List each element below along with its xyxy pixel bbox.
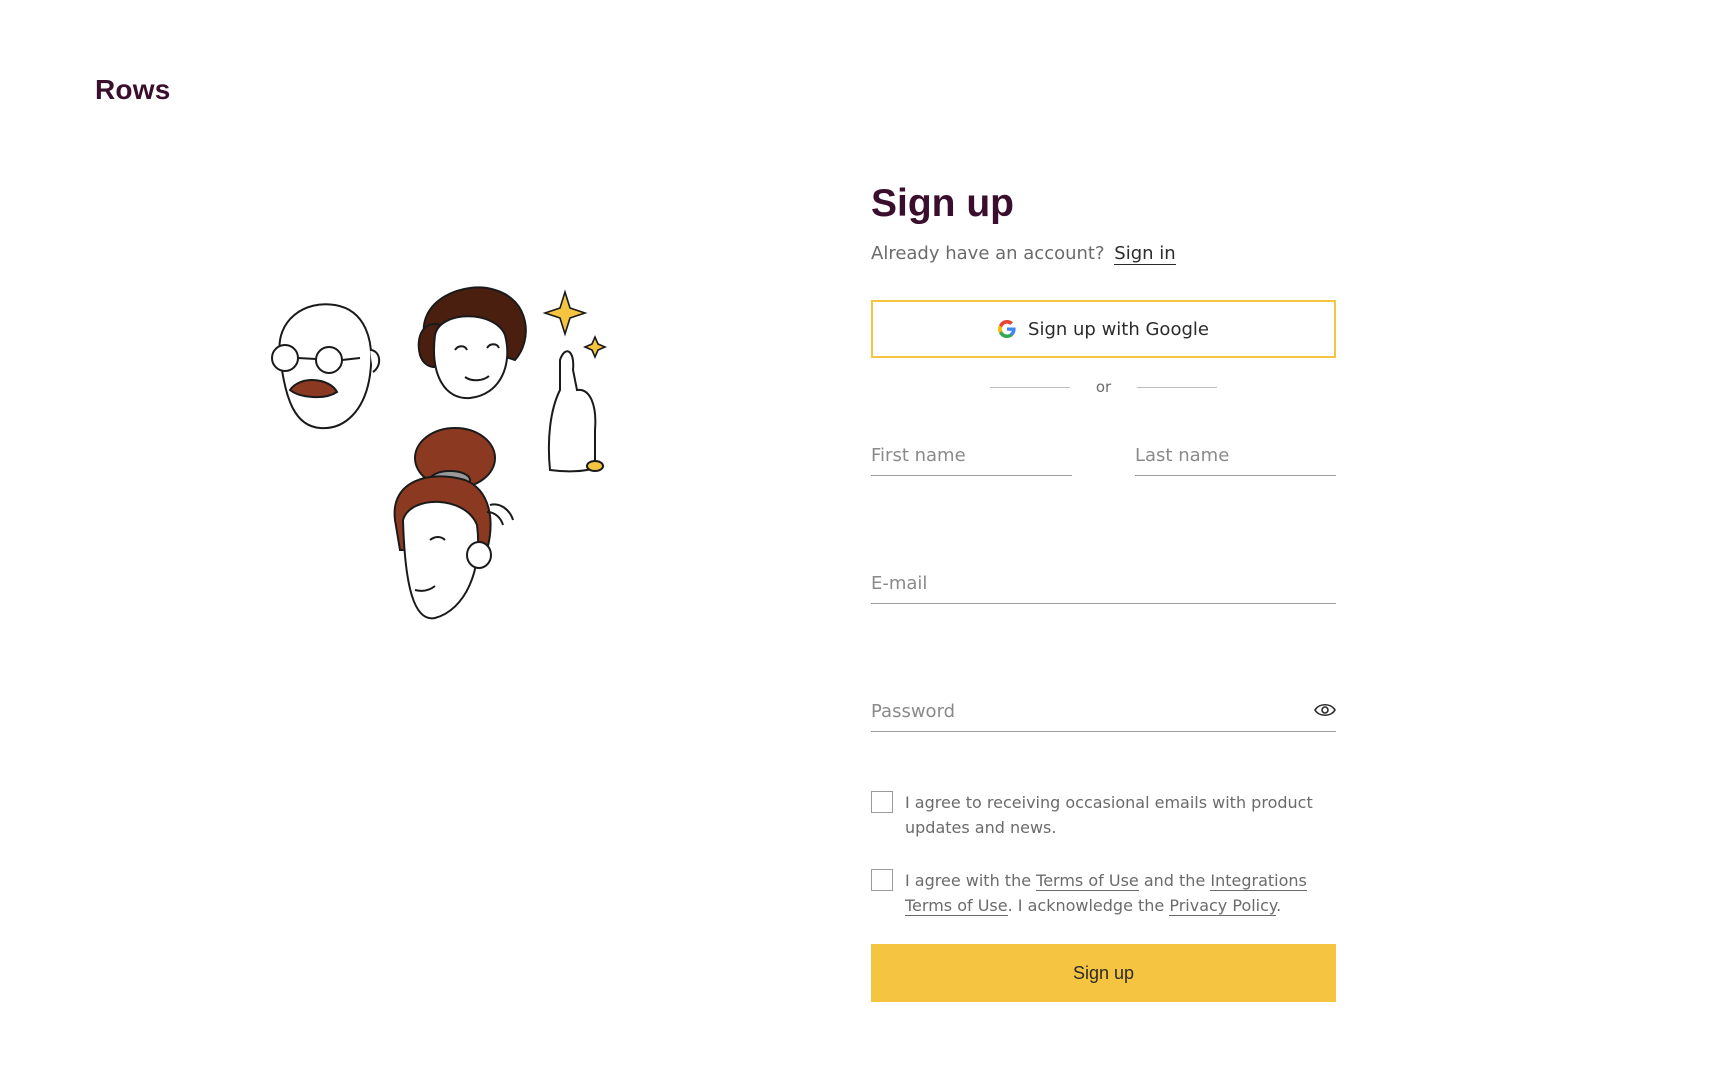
terms-of-use-link[interactable]: Terms of Use bbox=[1036, 871, 1139, 891]
email-field bbox=[871, 564, 1336, 604]
people-illustration bbox=[271, 286, 608, 620]
privacy-policy-link[interactable]: Privacy Policy bbox=[1169, 896, 1277, 916]
terms-consent-row: I agree with the Terms of Use and the In… bbox=[871, 868, 1336, 918]
last-name-input[interactable] bbox=[1135, 436, 1336, 474]
signup-submit-button[interactable]: Sign up bbox=[871, 944, 1336, 1002]
google-signup-button[interactable]: Sign up with Google bbox=[871, 300, 1336, 358]
terms-middle2: . I acknowledge the bbox=[1007, 896, 1170, 915]
email-input[interactable] bbox=[871, 564, 1336, 602]
terms-prefix: I agree with the bbox=[905, 871, 1037, 890]
woman-bun-face bbox=[393, 427, 514, 620]
eye-icon[interactable] bbox=[1314, 702, 1336, 718]
divider-line-right bbox=[1137, 386, 1218, 388]
first-name-input[interactable] bbox=[871, 436, 1072, 474]
page-title: Sign up bbox=[871, 182, 1014, 225]
or-label: or bbox=[1095, 378, 1112, 396]
marketing-consent-row: I agree to receiving occasional emails w… bbox=[871, 790, 1336, 840]
first-name-field bbox=[871, 436, 1072, 476]
or-divider: or bbox=[871, 378, 1336, 396]
marketing-consent-checkbox[interactable] bbox=[871, 791, 893, 813]
password-input[interactable] bbox=[871, 692, 1336, 730]
sparkle-icons bbox=[542, 289, 608, 360]
terms-middle: and the bbox=[1138, 871, 1211, 890]
signup-form: Sign up Already have an account? Sign in… bbox=[871, 182, 1336, 1002]
terms-consent-text: I agree with the Terms of Use and the In… bbox=[905, 868, 1325, 918]
signin-link[interactable]: Sign in bbox=[1114, 243, 1176, 265]
google-signup-label: Sign up with Google bbox=[1028, 318, 1209, 340]
rows-logo[interactable]: Rows bbox=[95, 74, 170, 106]
terms-consent-checkbox[interactable] bbox=[871, 869, 893, 891]
marketing-consent-text: I agree to receiving occasional emails w… bbox=[905, 793, 1313, 837]
terms-suffix: . bbox=[1276, 896, 1282, 915]
signin-prompt: Already have an account? Sign in bbox=[871, 243, 1336, 265]
old-man-face bbox=[271, 303, 381, 430]
google-icon bbox=[998, 320, 1016, 338]
already-have-account-text: Already have an account? bbox=[871, 243, 1105, 264]
last-name-field bbox=[1135, 436, 1336, 476]
password-field bbox=[871, 692, 1336, 732]
divider-line-left bbox=[989, 386, 1070, 388]
raised-hand bbox=[547, 350, 604, 473]
name-row bbox=[871, 436, 1336, 476]
woman-face bbox=[417, 286, 527, 400]
